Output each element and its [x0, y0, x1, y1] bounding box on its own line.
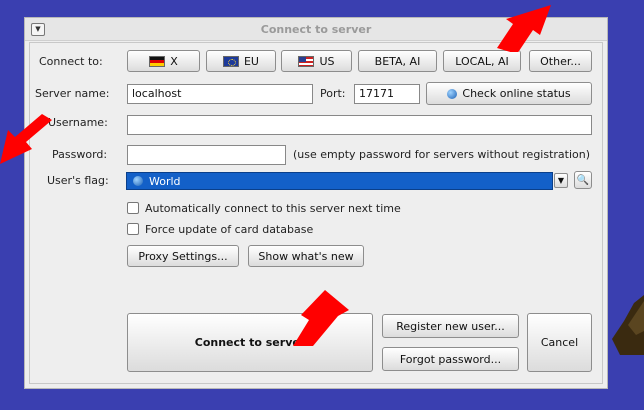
desktop-object-partial: [612, 295, 644, 355]
server-other-button[interactable]: Other...: [529, 50, 592, 72]
check-online-status-label: Check online status: [462, 87, 571, 100]
auto-connect-label: Automatically connect to this server nex…: [145, 202, 401, 215]
chevron-down-icon: ▼: [557, 176, 565, 185]
germany-flag-icon: [149, 55, 166, 67]
flag-search-button[interactable]: 🔍: [574, 171, 592, 189]
server-local-ai-button[interactable]: LOCAL, AI: [443, 50, 521, 72]
auto-connect-checkbox[interactable]: [127, 202, 139, 214]
port-input[interactable]: 17171: [354, 84, 420, 104]
server-local-ai-label: LOCAL, AI: [455, 54, 509, 68]
annotation-arrow-local-ai: [497, 5, 551, 52]
eu-flag-icon: [222, 55, 239, 67]
search-icon: 🔍: [576, 174, 590, 186]
show-whats-new-button[interactable]: Show what's new: [248, 245, 364, 267]
proxy-settings-button[interactable]: Proxy Settings...: [127, 245, 239, 267]
server-beta-ai-label: BETA, AI: [374, 54, 421, 68]
world-globe-icon: [133, 176, 143, 186]
server-eu-label: EU: [243, 54, 259, 68]
annotation-arrow-username: [0, 114, 52, 164]
server-us-label: US: [319, 54, 335, 68]
cancel-button[interactable]: Cancel: [527, 313, 592, 372]
server-us-button[interactable]: US: [281, 50, 352, 72]
flag-dropdown-button[interactable]: ▼: [554, 173, 568, 188]
server-name-label: Server name:: [35, 87, 110, 100]
annotation-arrow-connect: [293, 290, 349, 346]
password-input[interactable]: [127, 145, 286, 165]
connect-to-label: Connect to:: [39, 55, 103, 68]
password-hint: (use empty password for servers without …: [293, 148, 591, 161]
server-x-button[interactable]: X: [127, 50, 200, 72]
forgot-password-button[interactable]: Forgot password...: [382, 347, 519, 371]
users-flag-value: World: [149, 174, 181, 188]
port-label: Port:: [320, 87, 346, 100]
force-update-checkbox[interactable]: [127, 223, 139, 235]
check-online-status-button[interactable]: Check online status: [426, 82, 592, 105]
username-input[interactable]: [127, 115, 592, 135]
server-beta-ai-button[interactable]: BETA, AI: [358, 50, 437, 72]
force-update-label: Force update of card database: [145, 223, 314, 236]
server-other-label: Other...: [540, 54, 581, 68]
username-label: Username:: [48, 116, 108, 129]
globe-icon: [447, 88, 458, 99]
server-name-input[interactable]: localhost: [127, 84, 313, 104]
register-new-user-button[interactable]: Register new user...: [382, 314, 519, 338]
server-eu-button[interactable]: EU: [206, 50, 276, 72]
users-flag-select[interactable]: World: [126, 172, 553, 190]
server-x-label: X: [170, 54, 178, 68]
users-flag-label: User's flag:: [47, 174, 109, 187]
us-flag-icon: [298, 55, 315, 67]
password-label: Password:: [52, 148, 108, 161]
